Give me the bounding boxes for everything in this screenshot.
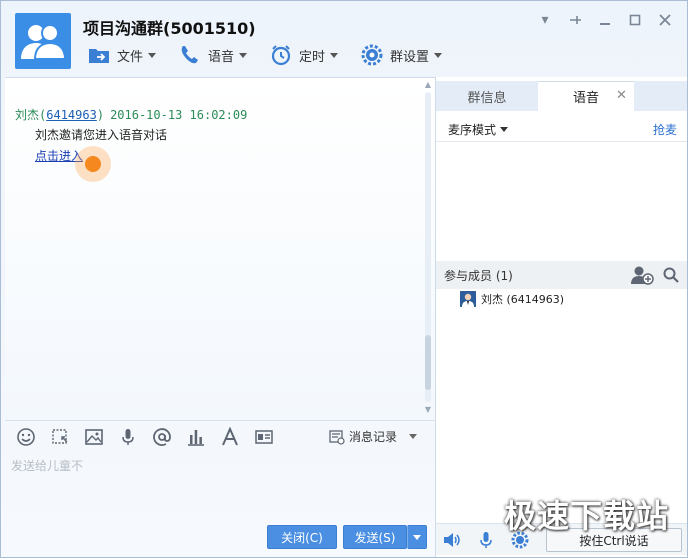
chat-window: 项目沟通群(5001510) 文件 语音 定时 群设置 ▾ 刘杰(6414963…	[0, 0, 688, 558]
minimize-icon[interactable]	[595, 11, 615, 29]
folder-share-icon	[89, 49, 109, 63]
chevron-down-icon	[413, 534, 421, 540]
mention-icon[interactable]	[151, 426, 173, 448]
click-indicator-dot	[85, 156, 101, 172]
emoji-icon[interactable]	[15, 426, 37, 448]
message-input[interactable]	[11, 456, 427, 476]
group-users-icon	[21, 24, 67, 60]
member-avatar	[460, 291, 476, 307]
send-button[interactable]: 发送(S)	[343, 525, 407, 549]
font-icon[interactable]	[219, 426, 241, 448]
members-label: 参与成员 (1)	[444, 268, 513, 283]
mic-mode-label: 麦序模式	[448, 123, 497, 137]
gear-icon	[361, 44, 383, 66]
maximize-icon[interactable]	[625, 11, 645, 29]
group-settings-label: 群设置	[390, 49, 430, 65]
image-icon[interactable]	[83, 426, 105, 448]
chevron-down-icon[interactable]	[409, 434, 417, 439]
scroll-down-icon[interactable]: ▼	[423, 405, 433, 415]
close-button[interactable]: 关闭(C)	[267, 525, 337, 549]
file-menu-button[interactable]: 文件	[87, 43, 157, 67]
phone-icon	[181, 46, 199, 64]
message-list[interactable]: 刘杰(6414963) 2016-10-13 16:02:09 刘杰邀请您进入语音…	[5, 77, 435, 419]
panel-tabs: 群信息 语音 ✕	[436, 81, 687, 111]
message-input-area[interactable]	[5, 452, 435, 522]
chevron-down-icon	[434, 52, 443, 58]
sender-id-link[interactable]: 6414963	[46, 108, 97, 122]
members-header: 参与成员 (1)	[436, 261, 687, 289]
poll-icon[interactable]	[185, 426, 207, 448]
message-body: 刘杰邀请您进入语音对话	[35, 128, 168, 142]
message-timestamp: 2016-10-13 16:02:09	[110, 108, 248, 122]
tab-close-icon[interactable]: ✕	[616, 88, 627, 103]
voice-menu-label: 语音	[208, 49, 235, 65]
search-member-icon[interactable]	[662, 266, 680, 287]
microphone-icon[interactable]	[117, 426, 139, 448]
alarm-clock-icon	[271, 45, 291, 66]
sender-name: 刘杰	[15, 108, 40, 122]
timer-menu-label: 定时	[299, 49, 326, 65]
voice-menu-button[interactable]: 语音	[178, 43, 248, 67]
window-controls: ▾	[525, 11, 675, 29]
message-history-label: 消息记录	[348, 430, 397, 444]
message-history-button[interactable]: 消息记录	[329, 428, 417, 445]
send-options-button[interactable]	[407, 525, 427, 549]
add-member-icon[interactable]	[630, 264, 654, 289]
user-avatar-icon	[460, 291, 476, 307]
scroll-up-icon[interactable]: ▲	[423, 80, 433, 90]
site-watermark: 极速下载站	[503, 497, 669, 535]
dropdown-icon[interactable]: ▾	[535, 11, 555, 29]
member-name: 刘杰 (6414963)	[481, 293, 565, 306]
chevron-down-icon	[330, 52, 339, 58]
member-list-item[interactable]: 刘杰 (6414963)	[460, 291, 564, 307]
close-icon[interactable]	[655, 11, 675, 29]
group-settings-button[interactable]: 群设置	[360, 43, 443, 67]
speaker-icon[interactable]	[442, 530, 462, 550]
input-toolbar: 消息记录	[5, 420, 435, 452]
message-header: 刘杰(6414963) 2016-10-13 16:02:09	[15, 108, 248, 122]
pin-icon[interactable]	[565, 11, 585, 29]
group-title: 项目沟通群(5001510)	[83, 19, 256, 38]
chevron-down-icon	[500, 127, 509, 132]
header: 项目沟通群(5001510) 文件 语音 定时 群设置 ▾	[1, 1, 687, 77]
grab-mic-link[interactable]: 抢麦	[653, 121, 677, 138]
group-avatar[interactable]	[15, 13, 71, 69]
file-menu-label: 文件	[117, 49, 144, 65]
message-scrollbar[interactable]: ▲ ▼	[423, 80, 433, 415]
chevron-down-icon	[148, 52, 157, 58]
message-history-icon	[329, 429, 345, 445]
right-panel: 群信息 语音 ✕ 麦序模式 抢麦 参与成员 (1) 刘杰 (6414963) 按…	[435, 77, 687, 557]
tab-voice-label: 语音	[572, 91, 599, 106]
chevron-down-icon	[239, 52, 248, 58]
mic-mode-dropdown[interactable]: 麦序模式	[448, 121, 509, 138]
contact-card-icon[interactable]	[253, 426, 275, 448]
scroll-thumb[interactable]	[425, 335, 431, 390]
header-toolbar: 文件 语音 定时 群设置	[87, 41, 464, 69]
tab-group-info[interactable]: 群信息	[436, 81, 538, 111]
screenshot-icon[interactable]	[49, 426, 71, 448]
timer-menu-button[interactable]: 定时	[269, 43, 339, 67]
divider	[436, 141, 687, 142]
microphone-icon[interactable]	[476, 530, 496, 550]
